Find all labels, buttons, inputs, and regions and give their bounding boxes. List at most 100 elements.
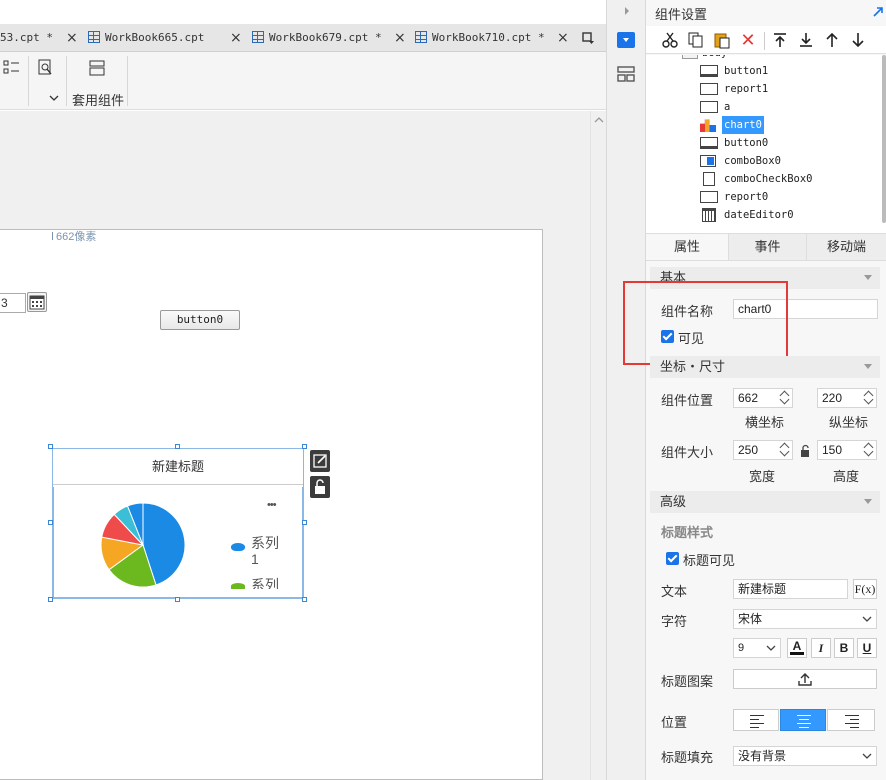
panel-title: 组件设置 xyxy=(655,7,708,22)
title-visible-label: 标题可见 xyxy=(683,553,736,568)
preview-search-icon[interactable] xyxy=(37,59,55,77)
lock-icon[interactable] xyxy=(310,476,330,498)
resize-handle[interactable] xyxy=(175,597,180,602)
width-caption: 宽度 xyxy=(749,469,776,484)
apply-component-label[interactable]: 套用组件 xyxy=(72,90,124,109)
layout-icon[interactable] xyxy=(617,66,635,82)
scroll-up-icon[interactable] xyxy=(594,116,604,124)
legend-swatch-1 xyxy=(231,543,245,551)
widget-settings-icon[interactable] xyxy=(617,32,635,48)
underline-button[interactable]: U xyxy=(857,638,877,658)
sheet-icon xyxy=(415,31,427,43)
delete-icon[interactable]: ✕ xyxy=(736,28,760,52)
title-fill-select[interactable]: 没有背景 xyxy=(733,746,877,766)
tab-workbook665[interactable]: WorkBook665.cpt × xyxy=(88,24,242,52)
tree-item-label: report0 xyxy=(724,191,769,203)
move-down-icon[interactable] xyxy=(846,28,870,52)
resize-handle[interactable] xyxy=(302,520,307,525)
edit-icon[interactable] xyxy=(310,450,330,472)
title-pattern-label: 标题图案 xyxy=(661,674,714,689)
resize-handle[interactable] xyxy=(48,597,53,602)
formula-button[interactable]: F(x) xyxy=(853,579,877,599)
tab-workbook-53[interactable]: 53.cpt * × xyxy=(0,24,78,52)
chevron-down-icon xyxy=(864,499,872,504)
combocheck-widget-icon xyxy=(703,172,715,186)
tab-list-icon[interactable] xyxy=(582,31,596,45)
tree-item-label: button1 xyxy=(724,65,769,77)
text-label: 文本 xyxy=(661,584,688,599)
tree-item-label: comboCheckBox0 xyxy=(724,173,813,185)
section-advanced[interactable]: 高级 xyxy=(650,491,880,513)
tab-workbook710[interactable]: WorkBook710.cpt * × xyxy=(415,24,569,52)
align-left-button[interactable] xyxy=(733,709,779,731)
resize-handle[interactable] xyxy=(302,444,307,449)
font-select[interactable]: 宋体 xyxy=(733,609,877,629)
close-icon[interactable]: × xyxy=(557,24,569,52)
close-icon[interactable]: × xyxy=(66,24,78,52)
chevron-down-icon xyxy=(862,616,872,622)
tab-events[interactable]: 事件 xyxy=(728,234,806,260)
document-tab-bar: 53.cpt * × WorkBook665.cpt × WorkBook679… xyxy=(0,24,606,52)
tree-item-label: comboBox0 xyxy=(724,155,781,167)
tree-item-label: chart0 xyxy=(722,116,764,134)
section-coord-size[interactable]: 坐标・尺寸 xyxy=(650,356,880,378)
width-stepper[interactable] xyxy=(778,440,792,460)
date-editor-field[interactable]: 3 xyxy=(0,293,26,313)
calendar-icon[interactable] xyxy=(27,292,47,312)
expand-arrow-icon[interactable] xyxy=(623,6,631,16)
x-stepper[interactable] xyxy=(778,388,792,408)
template-widget-icon[interactable] xyxy=(88,59,106,77)
combo-widget-icon xyxy=(700,155,716,167)
font-color-button[interactable]: A xyxy=(787,638,807,658)
more-options-icon[interactable]: ••• xyxy=(267,499,277,511)
vertical-scrollbar[interactable] xyxy=(590,111,606,780)
pixel-ruler-hint: 662像素 xyxy=(52,228,96,244)
chevron-down-icon xyxy=(864,275,872,280)
tab-workbook679[interactable]: WorkBook679.cpt * × xyxy=(252,24,406,52)
height-caption: 高度 xyxy=(833,469,860,484)
paste-icon[interactable] xyxy=(710,28,734,52)
tree-item-label: report1 xyxy=(724,83,769,95)
align-right-button[interactable] xyxy=(827,709,875,731)
size-label: 组件大小 xyxy=(661,445,714,460)
pie-chart xyxy=(100,502,186,588)
chart0-widget[interactable]: 新建标题 ••• 系列 1 系列 xyxy=(52,448,304,599)
title-visible-checkbox[interactable] xyxy=(666,552,679,565)
chevron-down-icon xyxy=(862,753,872,759)
resize-handle[interactable] xyxy=(48,520,53,525)
highlight-box xyxy=(623,281,788,365)
close-icon[interactable]: × xyxy=(230,24,242,52)
tab-properties[interactable]: 属性 xyxy=(646,234,728,260)
checklist-icon[interactable] xyxy=(3,59,21,77)
position-label: 组件位置 xyxy=(661,393,714,408)
resize-handle[interactable] xyxy=(302,597,307,602)
bold-button[interactable]: B xyxy=(834,638,854,658)
move-to-top-icon[interactable] xyxy=(768,28,792,52)
chevron-down-icon[interactable] xyxy=(48,92,60,102)
italic-button[interactable]: I xyxy=(811,638,831,658)
tab-mobile[interactable]: 移动端 xyxy=(806,234,886,260)
tab-label: WorkBook679.cpt * xyxy=(269,31,382,44)
resize-handle[interactable] xyxy=(175,444,180,449)
title-text-input[interactable]: 新建标题 xyxy=(733,579,848,599)
y-stepper[interactable] xyxy=(862,388,876,408)
copy-icon[interactable] xyxy=(684,28,708,52)
legend-label-1: 系列 1 xyxy=(251,535,279,567)
font-size-select[interactable]: 9 xyxy=(733,638,781,658)
unlock-icon[interactable] xyxy=(799,444,811,458)
button0-widget[interactable]: button0 xyxy=(160,310,240,330)
cut-icon[interactable] xyxy=(658,28,682,52)
y-caption: 纵坐标 xyxy=(829,415,869,430)
collapse-icon[interactable] xyxy=(872,6,884,18)
upload-pattern-button[interactable] xyxy=(733,669,877,689)
move-to-bottom-icon[interactable] xyxy=(794,28,818,52)
close-icon[interactable]: × xyxy=(394,24,406,52)
resize-handle[interactable] xyxy=(48,444,53,449)
move-up-icon[interactable] xyxy=(820,28,844,52)
align-center-button[interactable] xyxy=(780,709,826,731)
report-widget-icon xyxy=(700,101,718,113)
sheet-icon xyxy=(88,31,100,43)
widget-toolbar: 套用组件 xyxy=(0,52,606,110)
height-stepper[interactable] xyxy=(862,440,876,460)
tree-scrollbar[interactable] xyxy=(882,55,886,223)
